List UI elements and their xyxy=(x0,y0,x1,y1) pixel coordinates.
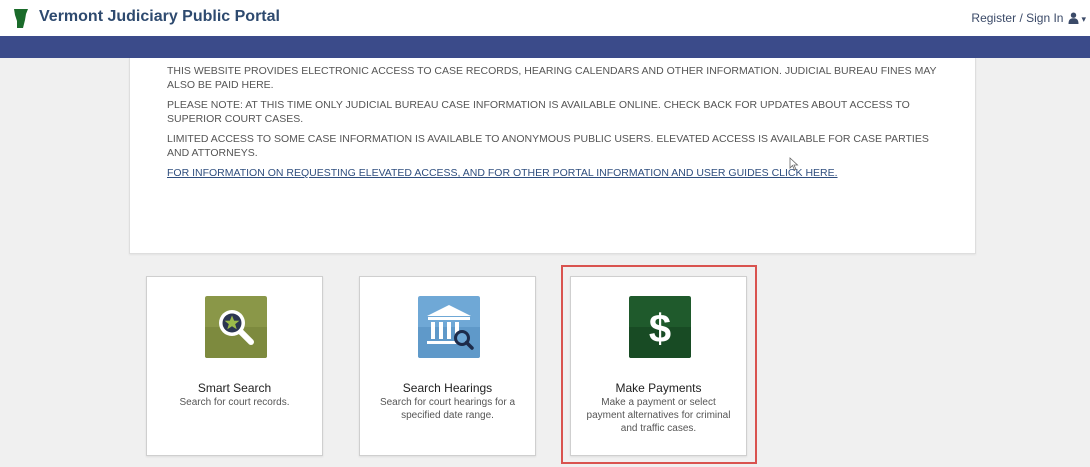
search-hearings-tile[interactable]: Search Hearings Search for court hearing… xyxy=(359,276,536,456)
info-text: THIS WEBSITE PROVIDES ELECTRONIC ACCESS … xyxy=(167,64,947,186)
make-payments-tile[interactable]: $ Make Payments Make a payment or select… xyxy=(570,276,747,456)
vermont-logo-icon xyxy=(14,9,28,28)
info-paragraph-note: PLEASE NOTE: AT THIS TIME ONLY JUDICIAL … xyxy=(167,99,910,125)
make-payments-title: Make Payments xyxy=(615,381,702,395)
chevron-down-icon: ▾ xyxy=(1081,14,1086,24)
info-paragraph-access: THIS WEBSITE PROVIDES ELECTRONIC ACCESS … xyxy=(167,65,937,91)
make-payments-description: Make a payment or select payment alterna… xyxy=(586,397,731,434)
info-paragraph-limited: LIMITED ACCESS TO SOME CASE INFORMATION … xyxy=(167,133,929,159)
portal-title[interactable]: Vermont Judiciary Public Portal xyxy=(39,7,280,27)
elevated-access-link[interactable]: FOR INFORMATION ON REQUESTING ELEVATED A… xyxy=(167,167,838,179)
magnifier-star-icon xyxy=(205,296,267,358)
top-bar: Vermont Judiciary Public Portal Register… xyxy=(0,0,1090,36)
info-panel: THIS WEBSITE PROVIDES ELECTRONIC ACCESS … xyxy=(129,58,976,254)
smart-search-description: Search for court records. xyxy=(179,397,290,408)
signin-label[interactable]: Register / Sign In xyxy=(971,11,1063,25)
smart-search-tile[interactable]: Smart Search Search for court records. xyxy=(146,276,323,456)
search-hearings-description: Search for court hearings for a specifie… xyxy=(379,397,516,421)
smart-search-title: Smart Search xyxy=(197,381,272,395)
dollar-icon: $ xyxy=(629,296,691,358)
courthouse-search-icon xyxy=(418,296,480,358)
navigation-bar xyxy=(0,36,1090,58)
user-icon xyxy=(1068,12,1079,24)
svg-text:$: $ xyxy=(649,307,671,351)
search-hearings-title: Search Hearings xyxy=(402,381,493,395)
mouse-pointer-icon xyxy=(789,157,799,171)
register-signin-menu[interactable]: Register / Sign In ▾ xyxy=(971,10,1086,27)
